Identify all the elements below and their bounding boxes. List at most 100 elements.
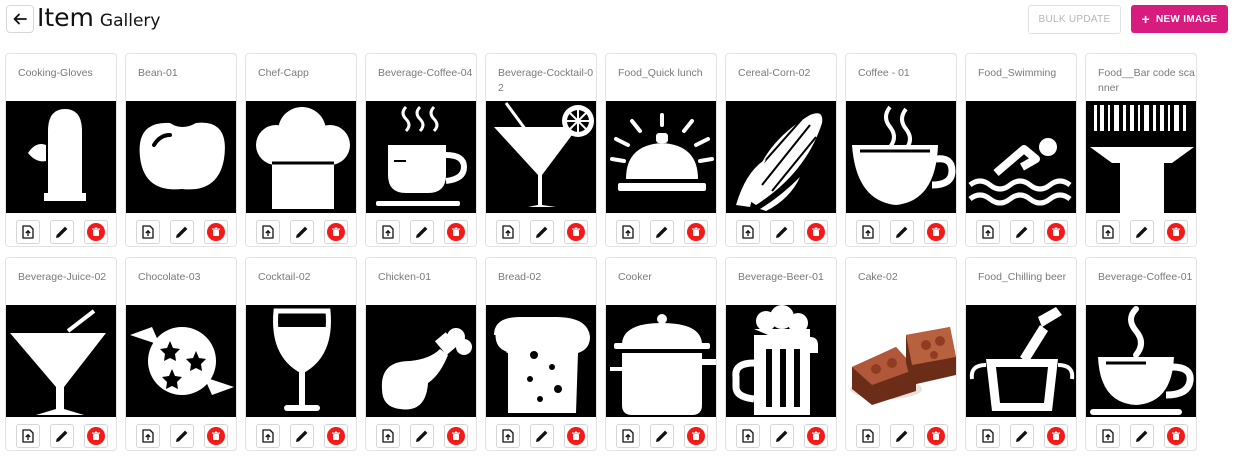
delete-button[interactable]: [324, 424, 348, 448]
upload-file-button[interactable]: [736, 220, 760, 244]
upload-file-button[interactable]: [1096, 424, 1120, 448]
edit-button[interactable]: [1130, 220, 1154, 244]
edit-button[interactable]: [170, 424, 194, 448]
delete-button[interactable]: [924, 424, 948, 448]
item-thumbnail[interactable]: [486, 305, 596, 417]
cocktail-lemon-icon: [494, 102, 594, 207]
upload-file-button[interactable]: [16, 220, 40, 244]
item-thumbnail[interactable]: [366, 101, 476, 213]
item-thumbnail[interactable]: [1086, 305, 1196, 417]
upload-file-button[interactable]: [376, 220, 400, 244]
upload-file-button[interactable]: [1096, 220, 1120, 244]
upload-file-button[interactable]: [976, 424, 1000, 448]
item-thumbnail[interactable]: [1086, 101, 1196, 213]
edit-button[interactable]: [50, 424, 74, 448]
upload-file-button[interactable]: [496, 220, 520, 244]
item-card: Chicken-01: [365, 257, 477, 451]
item-thumbnail[interactable]: [126, 101, 236, 213]
edit-button[interactable]: [650, 220, 674, 244]
delete-button[interactable]: [1164, 424, 1188, 448]
delete-button[interactable]: [1164, 220, 1188, 244]
trash-icon: [327, 223, 345, 241]
upload-file-button[interactable]: [256, 424, 280, 448]
edit-button[interactable]: [530, 424, 554, 448]
edit-button[interactable]: [410, 424, 434, 448]
delete-button[interactable]: [204, 424, 228, 448]
delete-button[interactable]: [684, 220, 708, 244]
delete-button[interactable]: [564, 220, 588, 244]
item-thumbnail[interactable]: [726, 305, 836, 417]
delete-button[interactable]: [564, 424, 588, 448]
edit-button[interactable]: [890, 220, 914, 244]
upload-file-button[interactable]: [856, 424, 880, 448]
delete-button[interactable]: [1044, 220, 1068, 244]
edit-button[interactable]: [290, 220, 314, 244]
item-card: Cooker: [605, 257, 717, 451]
item-thumbnail[interactable]: [246, 305, 356, 417]
delete-button[interactable]: [924, 220, 948, 244]
edit-button[interactable]: [650, 424, 674, 448]
upload-file-button[interactable]: [616, 220, 640, 244]
item-thumbnail[interactable]: [126, 305, 236, 417]
edit-button[interactable]: [890, 424, 914, 448]
upload-file-button[interactable]: [256, 220, 280, 244]
item-thumbnail[interactable]: [366, 305, 476, 417]
item-thumbnail[interactable]: [966, 101, 1076, 213]
swimmer-icon: [968, 138, 1072, 206]
item-thumbnail[interactable]: [6, 101, 116, 213]
upload-file-button[interactable]: [736, 424, 760, 448]
item-actions: [246, 424, 356, 448]
item-thumbnail[interactable]: [726, 101, 836, 213]
delete-button[interactable]: [804, 424, 828, 448]
delete-button[interactable]: [204, 220, 228, 244]
edit-button[interactable]: [1010, 220, 1034, 244]
pencil-icon: [56, 430, 68, 442]
item-thumbnail[interactable]: [966, 305, 1076, 417]
edit-button[interactable]: [410, 220, 434, 244]
delete-button[interactable]: [324, 220, 348, 244]
delete-button[interactable]: [684, 424, 708, 448]
edit-button[interactable]: [290, 424, 314, 448]
item-thumbnail[interactable]: [606, 305, 716, 417]
back-button[interactable]: [6, 5, 34, 33]
upload-file-button[interactable]: [136, 424, 160, 448]
delete-button[interactable]: [84, 220, 108, 244]
edit-button[interactable]: [1130, 424, 1154, 448]
delete-button[interactable]: [84, 424, 108, 448]
item-name: Beverage-Juice-02: [18, 271, 107, 283]
item-thumbnail[interactable]: [486, 101, 596, 213]
item-thumbnail[interactable]: [846, 305, 956, 417]
new-image-button[interactable]: + NEW IMAGE: [1131, 5, 1228, 33]
item-name: Beverage-Coffee-04: [378, 67, 473, 79]
upload-file-button[interactable]: [16, 424, 40, 448]
delete-button[interactable]: [444, 220, 468, 244]
item-thumbnail[interactable]: [6, 305, 116, 417]
file-upload-icon: [742, 225, 754, 239]
edit-button[interactable]: [770, 424, 794, 448]
item-thumbnail[interactable]: [246, 101, 356, 213]
item-thumbnail[interactable]: [606, 101, 716, 213]
edit-button[interactable]: [50, 220, 74, 244]
upload-file-button[interactable]: [496, 424, 520, 448]
delete-button[interactable]: [804, 220, 828, 244]
item-name: Food_Swimming: [978, 67, 1057, 79]
delete-button[interactable]: [444, 424, 468, 448]
upload-file-button[interactable]: [616, 424, 640, 448]
edit-button[interactable]: [1010, 424, 1034, 448]
pencil-icon: [656, 226, 668, 238]
item-name: Cooker: [618, 271, 652, 283]
upload-file-button[interactable]: [136, 220, 160, 244]
edit-button[interactable]: [530, 220, 554, 244]
upload-file-button[interactable]: [976, 220, 1000, 244]
file-upload-icon: [622, 225, 634, 239]
edit-button[interactable]: [770, 220, 794, 244]
item-thumbnail[interactable]: [846, 101, 956, 213]
bulk-update-button[interactable]: BULK UPDATE: [1028, 5, 1121, 34]
upload-file-button[interactable]: [856, 220, 880, 244]
barcode-scanner-icon: [1090, 105, 1194, 213]
upload-file-button[interactable]: [376, 424, 400, 448]
edit-button[interactable]: [170, 220, 194, 244]
bulk-update-label: BULK UPDATE: [1038, 14, 1111, 25]
delete-button[interactable]: [1044, 424, 1068, 448]
pencil-icon: [776, 226, 788, 238]
